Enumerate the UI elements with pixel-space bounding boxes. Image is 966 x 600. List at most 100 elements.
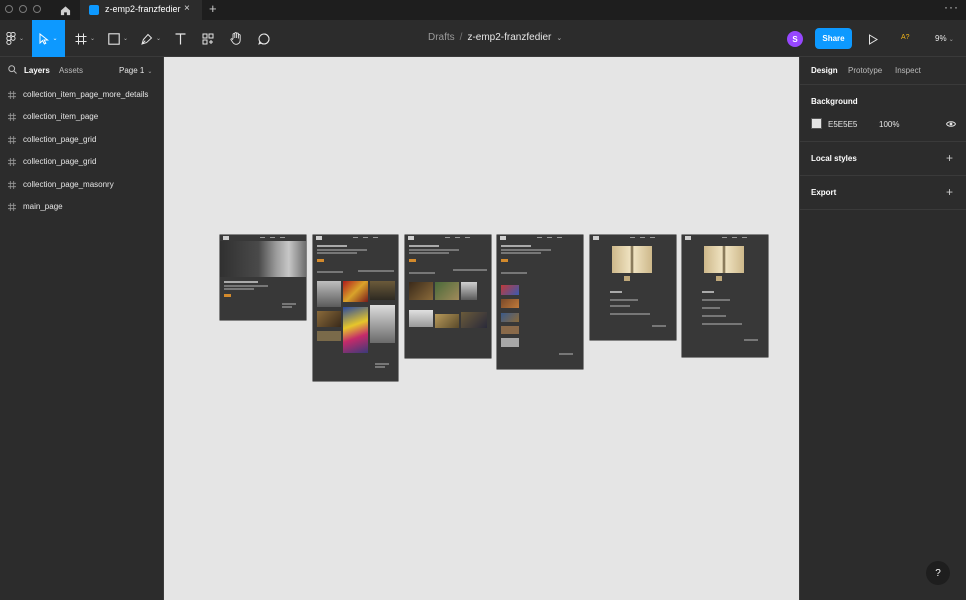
comment-icon bbox=[258, 33, 270, 45]
divider bbox=[800, 141, 966, 142]
layers-panel: Layers Assets Page 1 ⌄ collection_item_pa… bbox=[0, 57, 164, 600]
search-icon[interactable] bbox=[8, 65, 17, 74]
divider bbox=[800, 209, 966, 210]
shape-tool[interactable]: ⌄ bbox=[103, 20, 133, 57]
resources-tool[interactable] bbox=[197, 20, 219, 57]
file-tab-title: z-emp2-franzfedier bbox=[105, 4, 181, 14]
frame-collection-item-page-more-details[interactable] bbox=[682, 235, 768, 357]
hand-icon bbox=[230, 32, 241, 45]
tab-bar: z-emp2-franzfedier × + ··· bbox=[0, 0, 966, 20]
rectangle-icon bbox=[108, 32, 120, 45]
frame-layer-icon bbox=[8, 203, 16, 211]
layer-item[interactable]: collection_item_page bbox=[0, 106, 164, 128]
layer-item[interactable]: main_page bbox=[0, 196, 164, 218]
tab-layers[interactable]: Layers bbox=[24, 66, 50, 75]
new-tab-icon[interactable]: + bbox=[209, 1, 217, 16]
frame-layer-icon bbox=[8, 113, 16, 122]
text-tool[interactable] bbox=[169, 20, 191, 57]
layer-name: collection_item_page_more_details bbox=[23, 90, 149, 99]
page-label: Page 1 bbox=[119, 66, 145, 75]
figma-logo-icon bbox=[6, 32, 16, 45]
move-tool[interactable]: ⌄ bbox=[32, 20, 65, 57]
zoom-level: 9% bbox=[935, 34, 947, 43]
chevron-down-icon: ⌄ bbox=[948, 37, 954, 43]
tab-inspect[interactable]: Inspect bbox=[895, 66, 921, 75]
hero-image bbox=[220, 241, 306, 277]
breadcrumb-separator: / bbox=[459, 32, 463, 43]
background-hex-input[interactable]: E5E5E5 bbox=[828, 120, 857, 129]
local-styles-title: Local styles bbox=[811, 154, 857, 163]
frame-layer-icon bbox=[8, 91, 16, 99]
play-icon bbox=[869, 34, 878, 45]
text-icon bbox=[175, 32, 185, 44]
breadcrumb-drafts[interactable]: Drafts bbox=[428, 32, 455, 43]
main-menu-button[interactable]: ⌄ bbox=[0, 20, 30, 57]
home-icon[interactable] bbox=[52, 0, 78, 20]
page-selector[interactable]: Page 1 ⌄ bbox=[119, 66, 152, 75]
breadcrumb: Drafts / z-emp2-franzfedier ⌄ bbox=[428, 32, 562, 43]
cursor-icon bbox=[39, 32, 50, 45]
chevron-down-icon: ⌄ bbox=[122, 36, 129, 42]
chevron-down-icon: ⌄ bbox=[18, 36, 25, 42]
frame-collection-item-page[interactable] bbox=[590, 235, 676, 340]
layer-item[interactable]: collection_page_masonry bbox=[0, 174, 164, 196]
frame-main-page[interactable] bbox=[220, 235, 306, 320]
chevron-down-icon[interactable]: ⌄ bbox=[556, 35, 562, 42]
properties-panel: Design Prototype Inspect Background E5E5… bbox=[799, 57, 966, 600]
tab-prototype[interactable]: Prototype bbox=[848, 66, 882, 75]
frame-collection-page-grid-list[interactable] bbox=[497, 235, 583, 369]
chevron-down-icon: ⌄ bbox=[155, 36, 162, 42]
accessibility-indicator[interactable]: A? bbox=[901, 34, 910, 41]
background-opacity-input[interactable]: 100% bbox=[879, 120, 899, 129]
add-style-plus-icon[interactable]: + bbox=[946, 151, 953, 165]
file-tab[interactable]: z-emp2-franzfedier × bbox=[80, 0, 202, 20]
background-color-swatch[interactable] bbox=[811, 118, 822, 129]
frame-layer-icon bbox=[8, 180, 16, 189]
layer-name: collection_page_grid bbox=[23, 157, 97, 167]
layers-panel-header: Layers Assets Page 1 ⌄ bbox=[0, 57, 164, 83]
help-button[interactable]: ? bbox=[926, 561, 950, 585]
layer-name: collection_page_masonry bbox=[23, 179, 114, 189]
frame-collection-page-masonry[interactable] bbox=[313, 235, 398, 381]
tab-assets[interactable]: Assets bbox=[59, 66, 83, 75]
divider bbox=[800, 84, 966, 85]
layer-item[interactable]: collection_page_grid bbox=[0, 151, 164, 173]
pen-icon bbox=[141, 33, 153, 45]
close-tab-icon[interactable]: × bbox=[184, 3, 190, 14]
window-close-light[interactable] bbox=[5, 5, 13, 13]
share-button[interactable]: Share bbox=[815, 28, 852, 49]
layer-item[interactable]: collection_page_grid bbox=[0, 129, 164, 151]
hand-tool[interactable] bbox=[225, 20, 247, 57]
frame-tool[interactable]: ⌄ bbox=[70, 20, 100, 57]
chevron-down-icon: ⌄ bbox=[89, 36, 96, 42]
chevron-down-icon: ⌄ bbox=[52, 36, 58, 42]
frame-collection-page-grid[interactable] bbox=[405, 235, 491, 358]
window-minimize-light[interactable] bbox=[19, 5, 27, 13]
chevron-down-icon: ⌄ bbox=[147, 69, 153, 75]
export-title: Export bbox=[811, 188, 837, 197]
window-zoom-light[interactable] bbox=[33, 5, 41, 13]
avatar[interactable]: S bbox=[787, 31, 803, 47]
eye-icon[interactable] bbox=[946, 120, 956, 128]
frame-layer-icon bbox=[8, 135, 16, 144]
divider bbox=[800, 175, 966, 176]
figma-file-icon bbox=[89, 5, 99, 15]
layer-item[interactable]: collection_item_page_more_details bbox=[0, 84, 164, 106]
comment-tool[interactable] bbox=[253, 20, 275, 57]
layer-name: collection_page_grid bbox=[23, 134, 97, 144]
file-name[interactable]: z-emp2-franzfedier bbox=[467, 32, 551, 43]
frame-icon bbox=[75, 33, 87, 44]
components-icon bbox=[202, 33, 214, 44]
layer-name: collection_item_page bbox=[23, 112, 99, 122]
frame-layer-icon bbox=[8, 158, 16, 167]
more-menu-icon[interactable]: ··· bbox=[944, 0, 959, 14]
tab-design[interactable]: Design bbox=[811, 66, 838, 75]
layer-name: main_page bbox=[23, 202, 63, 211]
toolbar: ⌄ ⌄ ⌄ ⌄ ⌄ Drafts / z-emp2-franzfedier ⌄ S S… bbox=[0, 20, 966, 57]
background-section-title: Background bbox=[811, 97, 858, 106]
present-button[interactable] bbox=[868, 32, 878, 50]
canvas[interactable] bbox=[164, 57, 799, 600]
add-export-plus-icon[interactable]: + bbox=[946, 185, 953, 199]
pen-tool[interactable]: ⌄ bbox=[136, 20, 166, 57]
zoom-dropdown[interactable]: 9% ⌄ bbox=[935, 34, 954, 43]
